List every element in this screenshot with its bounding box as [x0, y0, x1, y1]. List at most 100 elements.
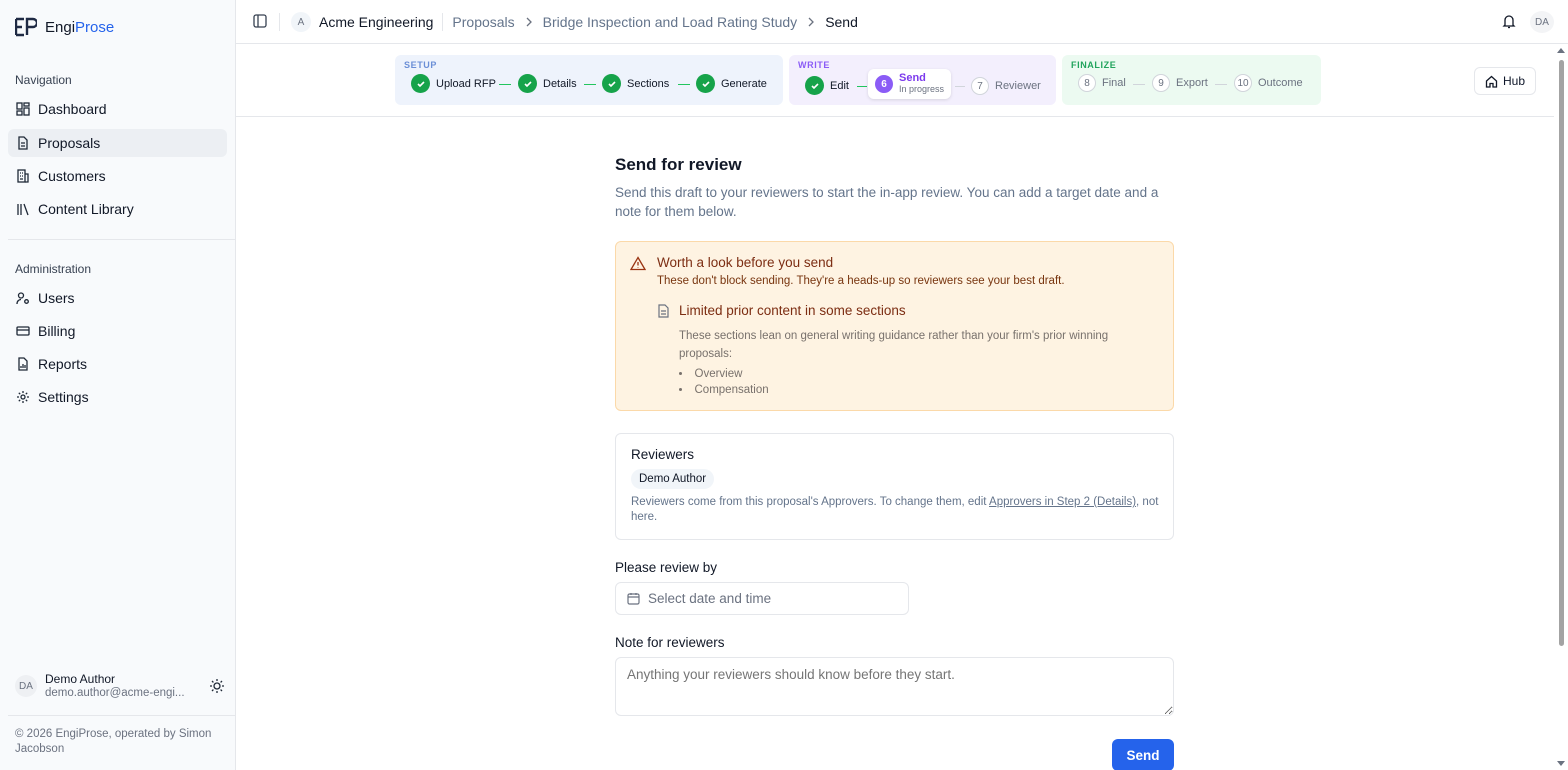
sidebar-item-proposals[interactable]: Proposals — [8, 129, 227, 157]
top-bar: A Acme Engineering Proposals Bridge Insp… — [236, 0, 1568, 44]
step-sections[interactable]: Sections — [602, 74, 669, 93]
reviewer-note-textarea[interactable] — [615, 657, 1174, 716]
sidebar-item-billing[interactable]: Billing — [8, 317, 227, 345]
check-icon — [805, 76, 824, 95]
step-outcome[interactable]: 10 Outcome — [1234, 74, 1303, 92]
avatar: DA — [15, 675, 37, 697]
step-group-write: WRITE Edit 6 Send In progress 7 Reviewer — [789, 55, 1056, 105]
step-number: 9 — [1152, 74, 1170, 92]
org-badge: A — [291, 12, 311, 32]
step-reviewer[interactable]: 7 Reviewer — [971, 77, 1041, 95]
step-export[interactable]: 9 Export — [1152, 74, 1208, 92]
step-label: Export — [1176, 77, 1208, 89]
sidebar-item-label: Settings — [38, 389, 89, 405]
send-for-review-form: Send for review Send this draft to your … — [615, 155, 1174, 770]
step-edit[interactable]: Edit — [805, 76, 849, 95]
step-label: Reviewer — [995, 80, 1041, 92]
page-scrollbar[interactable] — [1556, 46, 1566, 770]
step-connector — [1215, 84, 1227, 85]
sidebar-item-users[interactable]: Users — [8, 284, 227, 312]
breadcrumb-proposal[interactable]: Bridge Inspection and Load Rating Study — [543, 14, 798, 30]
date-placeholder: Select date and time — [648, 591, 772, 606]
step-label: Details — [543, 77, 577, 90]
user-profile[interactable]: DA Demo Author demo.author@acme-engi... — [15, 672, 225, 700]
step-final[interactable]: 8 Final — [1078, 74, 1126, 92]
org-switcher[interactable]: Acme Engineering — [319, 14, 433, 30]
warning-item-title: Limited prior content in some sections — [679, 303, 906, 318]
sidebar-item-settings[interactable]: Settings — [8, 383, 227, 411]
warning-callout: Worth a look before you send These don't… — [615, 241, 1174, 411]
reviewers-card: Reviewers Demo Author Reviewers come fro… — [615, 433, 1174, 540]
reviewers-note: Reviewers come from this proposal's Appr… — [631, 495, 1161, 525]
review-by-label: Please review by — [615, 560, 718, 575]
step-connector — [499, 84, 511, 85]
step-group-finalize: FINALIZE 8 Final 9 Export 10 Outcome — [1062, 55, 1321, 105]
sidebar-item-customers[interactable]: Customers — [8, 162, 227, 190]
approvers-link[interactable]: Approvers in Step 2 (Details) — [989, 496, 1136, 508]
send-button[interactable]: Send — [1112, 739, 1174, 770]
step-connector — [1133, 84, 1145, 85]
warning-item-body: These sections lean on general writing g… — [679, 330, 1109, 360]
sidebar-footer-divider — [8, 715, 235, 716]
document-icon — [16, 136, 30, 150]
avatar[interactable]: DA — [1530, 11, 1554, 33]
step-send-current[interactable]: 6 Send In progress — [868, 69, 952, 99]
scroll-down-icon[interactable] — [1556, 760, 1566, 768]
theme-toggle-sun-icon[interactable] — [209, 678, 225, 694]
page-title: Send for review — [615, 155, 742, 174]
breadcrumb-proposals[interactable]: Proposals — [452, 14, 514, 30]
user-email: demo.author@acme-engi... — [45, 687, 185, 699]
list-item: Overview — [679, 366, 769, 382]
hub-label: Hub — [1502, 74, 1525, 88]
group-label: FINALIZE — [1071, 60, 1117, 70]
step-upload-rfp[interactable]: Upload RFP — [411, 74, 496, 93]
sidebar-divider — [8, 239, 235, 240]
sidebar-item-label: Users — [38, 290, 75, 306]
check-icon — [411, 74, 430, 93]
gear-icon — [16, 390, 30, 404]
nav-heading: Navigation — [15, 73, 72, 87]
check-icon — [696, 74, 715, 93]
sidebar-item-label: Dashboard — [38, 101, 107, 117]
brand-name: EngiProse — [45, 18, 115, 36]
sidebar-item-reports[interactable]: Reports — [8, 350, 227, 378]
user-cog-icon — [16, 291, 30, 305]
step-connector — [955, 86, 965, 87]
review-date-picker[interactable]: Select date and time — [615, 582, 909, 615]
step-number: 10 — [1234, 74, 1252, 92]
step-label: Outcome — [1258, 77, 1303, 89]
step-details[interactable]: Details — [518, 74, 577, 93]
chevron-right-icon — [525, 17, 533, 27]
scrollbar-thumb[interactable] — [1559, 60, 1564, 646]
sidebar-toggle-icon[interactable] — [253, 14, 267, 28]
warning-title: Worth a look before you send — [657, 255, 834, 270]
sidebar-item-label: Billing — [38, 323, 76, 339]
calendar-icon — [627, 592, 640, 605]
step-label: Edit — [830, 79, 849, 92]
step-label: Final — [1102, 77, 1126, 89]
breadcrumb-current: Send — [825, 14, 858, 30]
brand-logo[interactable]: EngiProse — [15, 17, 114, 37]
file-text-icon — [657, 304, 670, 318]
step-number: 7 — [971, 77, 989, 95]
note-label: Note for reviewers — [615, 635, 725, 650]
step-label: Send — [899, 72, 926, 84]
sidebar-item-label: Content Library — [38, 201, 134, 217]
sidebar-item-label: Customers — [38, 168, 106, 184]
scroll-up-icon[interactable] — [1556, 46, 1566, 54]
step-label: Upload RFP — [436, 77, 496, 90]
home-icon — [1485, 75, 1498, 88]
hub-button[interactable]: Hub — [1474, 67, 1536, 95]
reviewer-chip: Demo Author — [631, 469, 715, 489]
sidebar-item-dashboard[interactable]: Dashboard — [8, 95, 227, 123]
step-group-setup: SETUP Upload RFP Details Sections Genera… — [395, 55, 783, 105]
group-label: WRITE — [798, 60, 830, 70]
group-label: SETUP — [404, 60, 438, 70]
warning-subtitle: These don't block sending. They're a hea… — [657, 275, 1065, 287]
sidebar-item-content-library[interactable]: Content Library — [8, 195, 227, 223]
copyright-footer: © 2026 EngiProse, operated by Simon Jaco… — [15, 728, 212, 755]
step-generate[interactable]: Generate — [696, 74, 767, 93]
admin-heading: Administration — [15, 262, 92, 276]
alert-triangle-icon — [630, 256, 646, 271]
bell-icon[interactable] — [1502, 14, 1516, 29]
